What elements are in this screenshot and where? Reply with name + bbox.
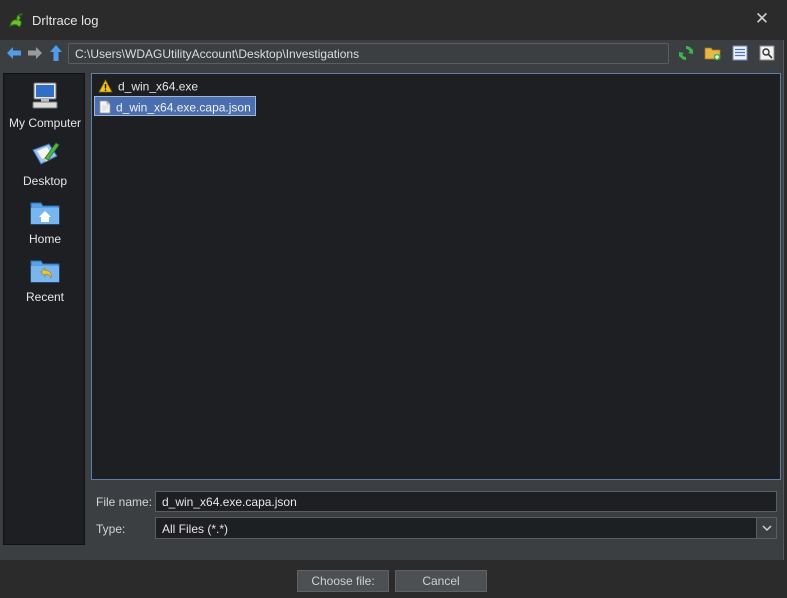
- file-icon: [99, 100, 111, 117]
- details-view-icon[interactable]: [758, 44, 776, 62]
- place-recent[interactable]: Recent: [4, 254, 86, 304]
- computer-icon: [32, 82, 58, 109]
- home-folder-icon: [30, 202, 60, 225]
- recent-folder-icon: [30, 260, 60, 283]
- place-label: Home: [28, 232, 61, 246]
- dragon-app-icon: [7, 11, 25, 29]
- path-field[interactable]: C:\Users\WDAGUtilityAccount\Desktop\Inve…: [68, 43, 669, 64]
- place-label: My Computer: [8, 116, 82, 130]
- back-arrow-icon[interactable]: [5, 44, 23, 62]
- cancel-button[interactable]: Cancel: [395, 570, 487, 592]
- desktop-icon: [32, 142, 60, 165]
- window-title: Drltrace log: [32, 13, 99, 28]
- filename-input[interactable]: [155, 491, 777, 512]
- list-view-icon[interactable]: [731, 44, 749, 62]
- place-desktop[interactable]: Desktop: [4, 138, 86, 188]
- forward-arrow-icon[interactable]: [26, 44, 44, 62]
- refresh-icon[interactable]: [677, 44, 695, 62]
- file-name: d_win_x64.exe.capa.json: [116, 100, 251, 115]
- up-arrow-icon[interactable]: [47, 44, 65, 62]
- file-name: d_win_x64.exe: [118, 79, 199, 94]
- place-label: Desktop: [22, 174, 68, 188]
- new-folder-icon[interactable]: [704, 44, 722, 62]
- chevron-down-icon[interactable]: [756, 518, 776, 538]
- file-row[interactable]: d_win_x64.exe: [94, 76, 202, 96]
- filename-label: File name:: [96, 495, 153, 509]
- file-list[interactable]: d_win_x64.exe d_win_x64.exe.capa.json: [91, 73, 781, 480]
- type-select-value: All Files (*.*): [162, 522, 229, 536]
- type-label: Type:: [96, 522, 126, 536]
- choose-file-button[interactable]: Choose file:: [297, 570, 389, 592]
- title-bar: Drltrace log ✕: [0, 0, 787, 40]
- type-select[interactable]: All Files (*.*): [155, 517, 777, 539]
- place-label: Recent: [25, 290, 65, 304]
- places-sidebar: My Computer Desktop Home Recent: [3, 73, 85, 545]
- close-icon[interactable]: ✕: [752, 9, 772, 29]
- file-row-selected[interactable]: d_win_x64.exe.capa.json: [94, 96, 256, 116]
- place-my-computer[interactable]: My Computer: [4, 80, 86, 130]
- warning-icon: [98, 79, 113, 96]
- button-bar: [0, 560, 787, 598]
- place-home[interactable]: Home: [4, 196, 86, 246]
